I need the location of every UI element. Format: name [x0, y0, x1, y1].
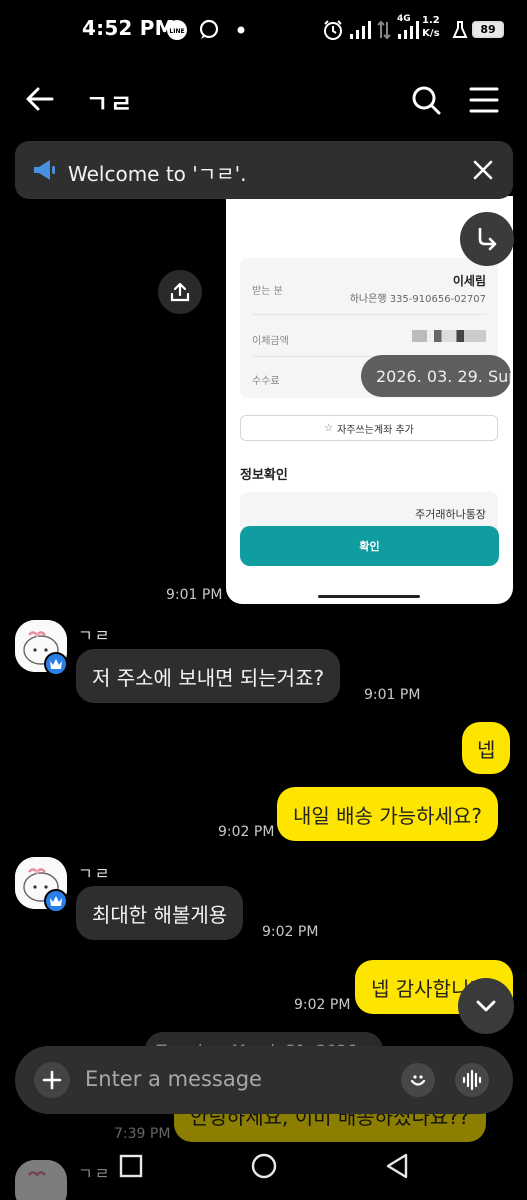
incoming-message-bubble[interactable]: 저 주소에 보내면 되는거죠?: [76, 649, 341, 703]
emoticon-button[interactable]: [401, 1063, 435, 1097]
message-input-bar: Enter a message: [15, 1046, 513, 1114]
sender-name: ㄱㄹ: [78, 864, 112, 883]
home-button-icon[interactable]: [250, 1152, 278, 1184]
chat-title: ㄱㄹ: [86, 90, 135, 118]
search-icon[interactable]: [410, 84, 442, 120]
flask-icon: [452, 18, 468, 42]
notice-banner[interactable]: Welcome to 'ㄱㄹ'.: [15, 141, 513, 199]
account-type: 주거래하나통장: [415, 508, 486, 521]
recipient-name: 이세림: [452, 274, 486, 288]
recipient-label: 받는 분: [252, 286, 283, 297]
data-transfer-icon: [377, 18, 391, 42]
smiley-icon: [410, 1075, 426, 1086]
svg-text:LINE: LINE: [169, 28, 184, 35]
scroll-down-icon[interactable]: [458, 978, 514, 1034]
section-title: 정보확인: [240, 468, 288, 483]
forward-icon[interactable]: [460, 212, 514, 266]
network-speed: 1.2 K/s: [422, 14, 440, 40]
favorite-account-button: ☆ 자주쓰는계좌 추가: [240, 415, 498, 441]
blurred-amount: [412, 330, 486, 342]
back-triangle-icon[interactable]: [384, 1152, 410, 1184]
amount-label: 이체금액: [252, 336, 289, 347]
voice-wave-icon: [462, 1069, 482, 1091]
confirm-button: 확인: [240, 526, 499, 566]
recipient-account: 하나은행 335-910656-02707: [349, 294, 486, 305]
message-input[interactable]: Enter a message: [85, 1067, 262, 1091]
date-overlay: 2026. 03. 29. Sun: [361, 355, 511, 397]
network-speed-unit: K/s: [422, 28, 440, 39]
more-notifications-dot-icon: [236, 18, 246, 42]
voice-message-button[interactable]: [455, 1063, 489, 1097]
star-icon: ☆: [324, 422, 334, 434]
incoming-message-bubble[interactable]: 최대한 해볼게용: [76, 886, 244, 940]
line-app-icon: LINE: [166, 18, 188, 42]
outgoing-message-bubble[interactable]: 넵: [462, 722, 511, 774]
message-time: 9:02 PM: [294, 997, 351, 1013]
message-time: 9:02 PM: [262, 924, 319, 940]
battery-indicator: 89: [472, 21, 504, 38]
network-speed-value: 1.2: [422, 15, 440, 26]
system-navigation-bar: [0, 1140, 527, 1200]
recent-apps-icon[interactable]: [119, 1154, 143, 1182]
outgoing-message-bubble[interactable]: 내일 배송 가능하세요?: [277, 787, 498, 841]
fee-label: 수수료: [252, 376, 280, 387]
home-indicator: [318, 595, 420, 598]
favorite-account-label: 자주쓰는계좌 추가: [337, 424, 414, 436]
megaphone-icon: [31, 157, 57, 187]
network-type-label: 4G: [397, 14, 411, 24]
message-time: 9:02 PM: [218, 824, 275, 840]
plus-icon: [42, 1070, 62, 1090]
chat-notification-icon: [198, 18, 220, 42]
status-time: 4:52 PM: [82, 16, 175, 40]
close-icon[interactable]: [472, 159, 494, 185]
crown-badge-icon: [44, 889, 68, 913]
crown-badge-icon: [44, 652, 68, 676]
share-icon[interactable]: [158, 270, 202, 314]
message-time: 9:01 PM: [166, 587, 223, 603]
back-arrow-icon[interactable]: [24, 83, 56, 119]
sender-name: ㄱㄹ: [78, 626, 112, 645]
menu-icon[interactable]: [469, 86, 499, 118]
notice-text: Welcome to 'ㄱㄹ'.: [68, 162, 247, 186]
signal-icon: [348, 18, 372, 42]
divider: [252, 314, 486, 315]
alarm-icon: [322, 18, 344, 42]
message-time: 9:01 PM: [364, 687, 421, 703]
add-attachment-button[interactable]: [34, 1062, 70, 1098]
